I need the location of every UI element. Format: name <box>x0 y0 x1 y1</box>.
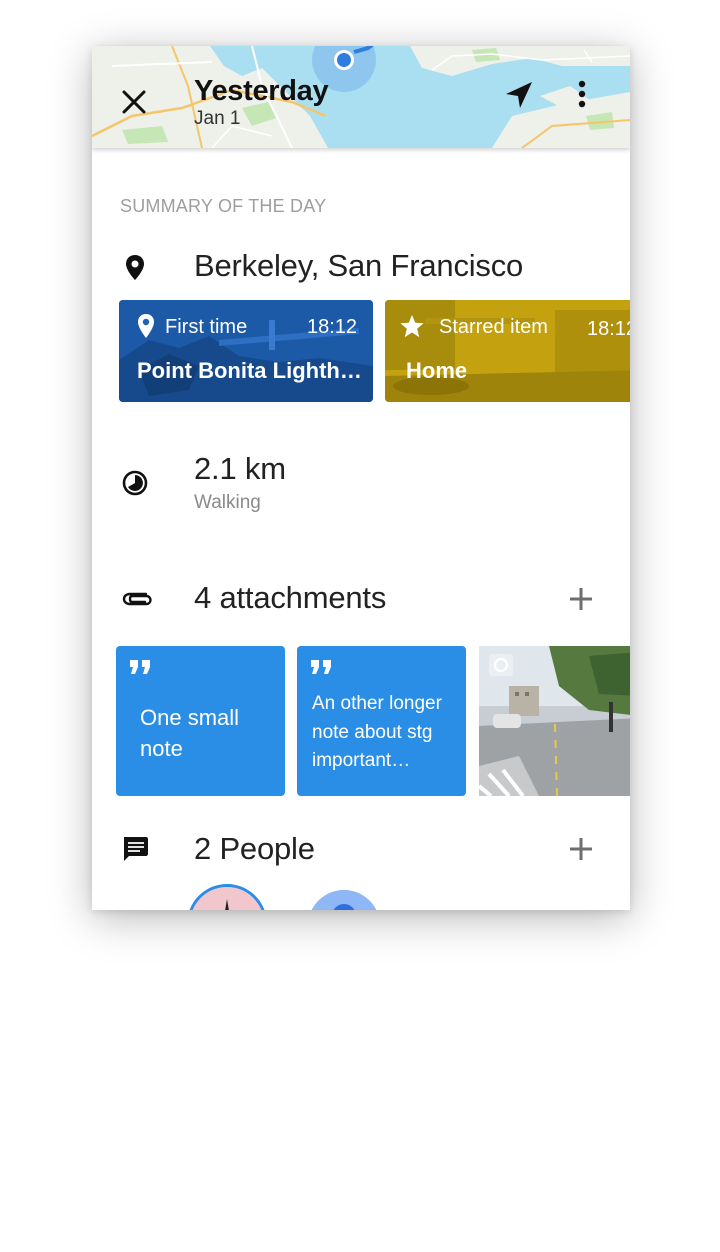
photo-attachment[interactable] <box>479 646 630 796</box>
page-date: Jan 1 <box>194 108 241 129</box>
quote-icon <box>311 660 331 674</box>
note-card[interactable]: One small note <box>116 646 285 796</box>
note-text: An other longer note about stg important… <box>312 693 442 771</box>
location-title: Berkeley, San Francisco <box>194 248 524 283</box>
location-pin-icon <box>138 314 154 338</box>
place-card-first-time[interactable]: First time 18:12 Point Bonita Ligh​th… <box>119 300 373 402</box>
avatar[interactable] <box>187 884 267 910</box>
person-placeholder <box>308 890 380 910</box>
navigate-icon[interactable] <box>502 78 536 112</box>
map-background <box>92 46 630 148</box>
add-person-icon[interactable] <box>566 834 596 864</box>
pie-timer-icon <box>122 470 148 496</box>
more-vert-icon[interactable] <box>572 78 592 112</box>
place-time: 18:12 <box>307 316 358 338</box>
section-label: SUMMARY OF THE DAY <box>120 196 327 216</box>
paperclip-icon <box>122 592 152 606</box>
person-photo <box>190 887 264 910</box>
place-tag: Starred item <box>439 316 548 338</box>
attachments-title: 4 attachments <box>194 580 387 615</box>
note-text: One small note <box>140 705 240 761</box>
place-tag: First time <box>165 316 248 338</box>
app-screen: Yesterday Jan 1 SUMMARY OF THE DAY Berke… <box>92 46 630 910</box>
close-icon[interactable] <box>116 84 152 120</box>
place-card-starred[interactable]: Starred item 18:12 Home <box>385 300 630 402</box>
avatar[interactable] <box>308 890 380 910</box>
quote-icon <box>130 660 150 674</box>
note-card[interactable]: An other longer note about stg important… <box>297 646 466 796</box>
distance-value: 2.1 km <box>194 451 286 486</box>
place-time: 18:12 <box>587 318 630 340</box>
distance-mode: Walking <box>194 492 261 513</box>
title-block: Yesterday Jan 1 <box>194 74 329 130</box>
place-name: Home <box>406 358 468 383</box>
people-title: 2 People <box>194 831 315 866</box>
star-icon <box>400 314 424 338</box>
page-title: Yesterday <box>194 75 329 107</box>
add-attachment-icon[interactable] <box>566 584 596 614</box>
map-header[interactable]: Yesterday Jan 1 <box>92 46 630 148</box>
chat-icon <box>124 837 148 861</box>
location-pin-icon <box>126 255 144 280</box>
street-photo <box>479 646 630 796</box>
place-name: Point Bonita Ligh​th… <box>137 358 362 383</box>
